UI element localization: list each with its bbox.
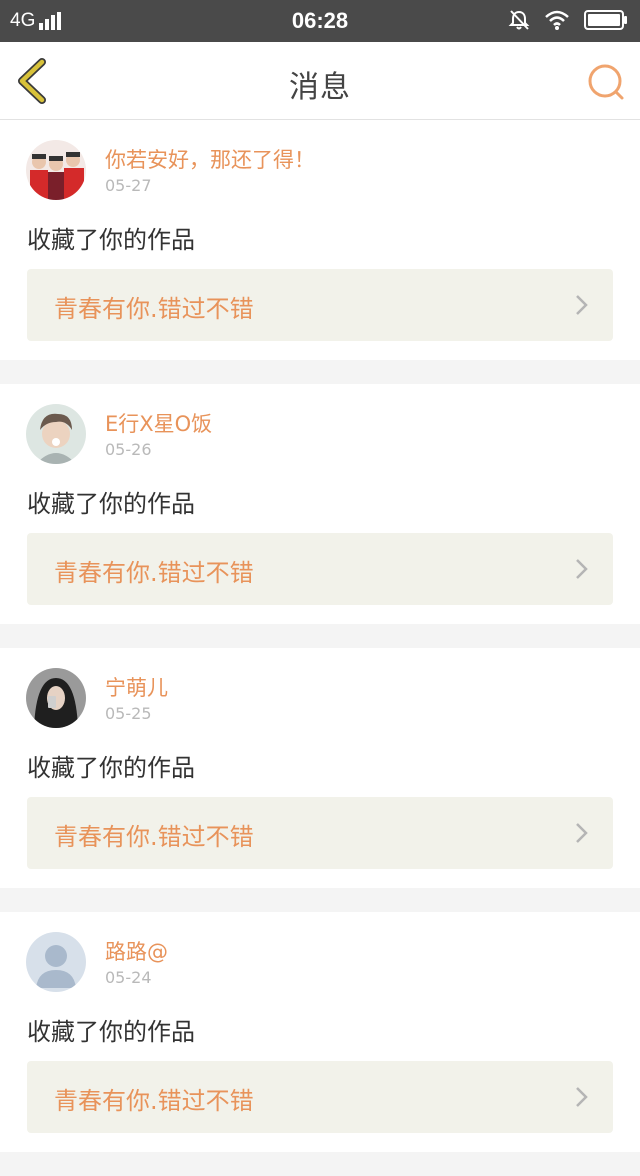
- avatar-photo-girl: [26, 668, 86, 728]
- user-name[interactable]: 路路@: [105, 936, 168, 966]
- battery-icon: [584, 10, 627, 30]
- message-text: 收藏了你的作品: [27, 1018, 195, 1046]
- message-list: 你若安好，那还了得！ 05-27 收藏了你的作品 青春有你.错过不错 E行X星O…: [0, 120, 640, 1176]
- message-item: E行X星O饭 05-26 收藏了你的作品 青春有你.错过不错: [0, 384, 640, 624]
- work-title: 青春有你.错过不错: [54, 1087, 254, 1115]
- work-link[interactable]: 青春有你.错过不错: [27, 269, 613, 341]
- chevron-right-icon: [576, 295, 588, 315]
- work-link[interactable]: 青春有你.错过不错: [27, 533, 613, 605]
- work-title: 青春有你.错过不错: [54, 559, 254, 587]
- default-user-icon: [26, 932, 86, 992]
- chevron-right-icon: [576, 1087, 588, 1107]
- message-text: 收藏了你的作品: [27, 490, 195, 518]
- message-date: 05-26: [105, 440, 152, 459]
- search-button[interactable]: [586, 62, 626, 102]
- message-item: 宁萌儿 05-25 收藏了你的作品 青春有你.错过不错: [0, 648, 640, 888]
- chevron-right-icon: [576, 823, 588, 843]
- avatar-photo-group: [26, 140, 86, 200]
- message-date: 05-27: [105, 176, 152, 195]
- avatar-photo-boy: [26, 404, 86, 464]
- avatar[interactable]: [26, 668, 86, 728]
- message-date: 05-25: [105, 704, 152, 723]
- work-link[interactable]: 青春有你.错过不错: [27, 1061, 613, 1133]
- message-item: 路路@ 05-24 收藏了你的作品 青春有你.错过不错: [0, 912, 640, 1152]
- message-date: 05-24: [105, 968, 152, 987]
- chevron-right-icon: [576, 559, 588, 579]
- status-bar: 4G 06:28: [0, 0, 640, 42]
- avatar[interactable]: [26, 932, 86, 992]
- user-name[interactable]: E行X星O饭: [105, 408, 212, 438]
- nav-bar: 消息: [0, 42, 640, 120]
- message-text: 收藏了你的作品: [27, 226, 195, 254]
- avatar[interactable]: [26, 140, 86, 200]
- search-icon: [588, 64, 624, 100]
- notifications-off-icon: [508, 10, 530, 30]
- wifi-icon: [545, 10, 569, 30]
- work-title: 青春有你.错过不错: [54, 823, 254, 851]
- work-title: 青春有你.错过不错: [54, 295, 254, 323]
- user-name[interactable]: 你若安好，那还了得！: [105, 144, 315, 174]
- message-text: 收藏了你的作品: [27, 754, 195, 782]
- user-name[interactable]: 宁萌儿: [105, 672, 168, 702]
- status-icons: [508, 9, 628, 31]
- work-link[interactable]: 青春有你.错过不错: [27, 797, 613, 869]
- avatar[interactable]: [26, 404, 86, 464]
- page-title: 消息: [289, 70, 351, 105]
- message-item: 你若安好，那还了得！ 05-27 收藏了你的作品 青春有你.错过不错: [0, 120, 640, 360]
